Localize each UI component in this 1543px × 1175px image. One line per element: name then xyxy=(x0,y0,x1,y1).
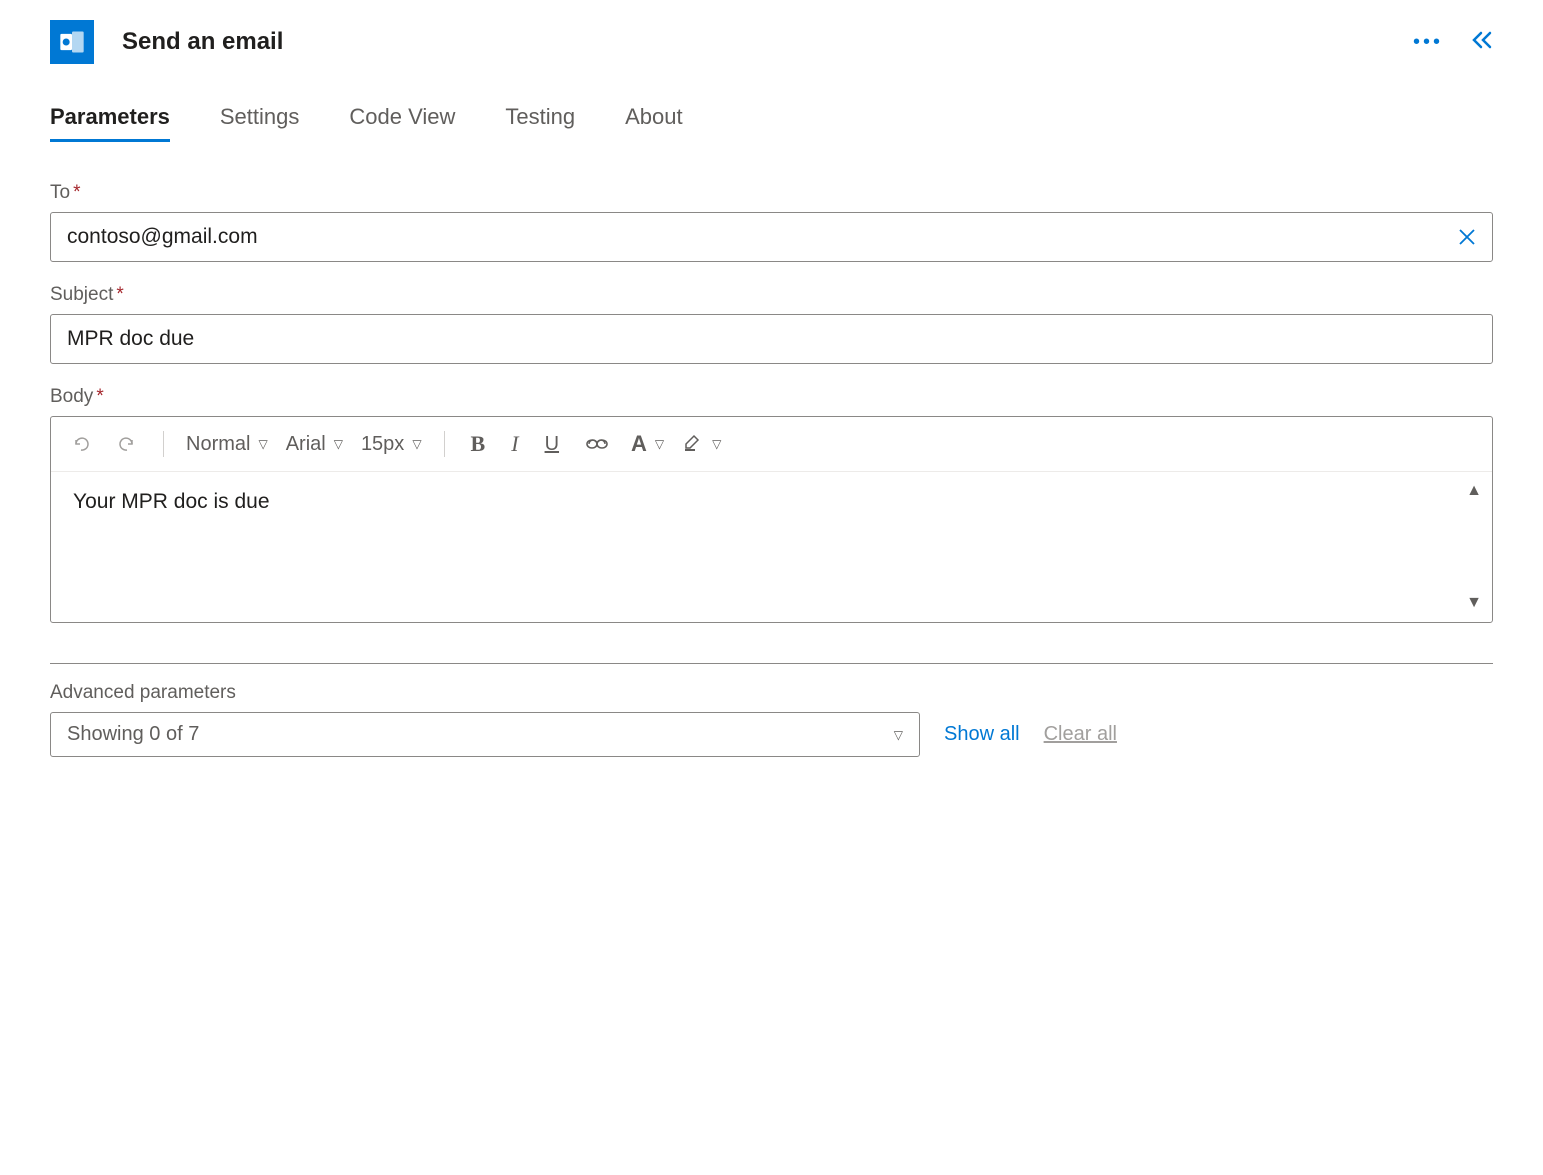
chevron-down-icon: ▽ xyxy=(412,437,421,451)
tab-code-view[interactable]: Code View xyxy=(349,104,455,142)
body-text: Your MPR doc is due xyxy=(73,490,270,513)
close-icon xyxy=(1457,227,1477,247)
chevron-down-icon: ▽ xyxy=(894,728,903,742)
undo-icon xyxy=(71,434,91,454)
heading-value: Normal xyxy=(186,433,250,456)
font-color-icon: A xyxy=(631,431,647,457)
subject-label-text: Subject xyxy=(50,284,113,305)
tab-settings[interactable]: Settings xyxy=(220,104,300,142)
bold-button[interactable]: B xyxy=(467,427,490,461)
subject-label: Subject* xyxy=(50,284,1493,306)
required-indicator: * xyxy=(73,182,80,203)
collapse-panel-icon[interactable] xyxy=(1471,29,1493,55)
italic-button[interactable]: I xyxy=(507,427,522,461)
link-icon xyxy=(585,436,609,452)
highlight-icon xyxy=(682,430,704,458)
body-field-group: Body* Normal ▽ Arial ▽ 15px ▽ B xyxy=(50,386,1493,623)
editor-scrollbar: ▲ ▼ xyxy=(1462,482,1486,612)
heading-select[interactable]: Normal ▽ xyxy=(186,433,268,456)
to-input-wrapper xyxy=(50,212,1493,262)
chevron-down-icon: ▽ xyxy=(655,437,664,451)
clear-all-button[interactable]: Clear all xyxy=(1044,723,1117,746)
advanced-label: Advanced parameters xyxy=(50,682,1493,704)
show-all-button[interactable]: Show all xyxy=(944,723,1020,746)
subject-input[interactable] xyxy=(50,314,1493,364)
subject-field-group: Subject* xyxy=(50,284,1493,364)
rich-text-editor: Normal ▽ Arial ▽ 15px ▽ B I U A ▽ xyxy=(50,416,1493,623)
chevron-down-icon: ▽ xyxy=(258,437,267,451)
to-label-text: To xyxy=(50,182,70,203)
toolbar-divider xyxy=(444,431,445,457)
editor-toolbar: Normal ▽ Arial ▽ 15px ▽ B I U A ▽ xyxy=(51,417,1492,472)
clear-to-button[interactable] xyxy=(1453,223,1481,251)
body-label: Body* xyxy=(50,386,1493,408)
size-select[interactable]: 15px ▽ xyxy=(361,433,422,456)
scroll-down-icon[interactable]: ▼ xyxy=(1466,594,1482,612)
required-indicator: * xyxy=(116,284,123,305)
outlook-icon xyxy=(50,20,94,64)
redo-icon xyxy=(117,434,137,454)
panel-title: Send an email xyxy=(122,28,283,56)
redo-button[interactable] xyxy=(113,430,141,458)
font-select[interactable]: Arial ▽ xyxy=(286,433,343,456)
tab-about[interactable]: About xyxy=(625,104,683,142)
advanced-parameters-section: Advanced parameters Showing 0 of 7 ▽ Sho… xyxy=(50,682,1493,757)
chevron-down-icon: ▽ xyxy=(712,437,721,451)
advanced-select-text: Showing 0 of 7 xyxy=(67,723,199,746)
editor-content[interactable]: Your MPR doc is due ▲ ▼ xyxy=(51,472,1492,622)
link-button[interactable] xyxy=(581,432,613,456)
advanced-row: Showing 0 of 7 ▽ Show all Clear all xyxy=(50,712,1493,757)
font-color-select[interactable]: A ▽ xyxy=(631,431,664,457)
chevron-down-icon: ▽ xyxy=(334,437,343,451)
scroll-up-icon[interactable]: ▲ xyxy=(1466,482,1482,500)
panel-header: Send an email ••• xyxy=(50,20,1493,64)
underline-button[interactable]: U xyxy=(541,429,563,460)
undo-button[interactable] xyxy=(67,430,95,458)
section-divider xyxy=(50,663,1493,664)
body-label-text: Body xyxy=(50,386,93,407)
to-input[interactable] xyxy=(50,212,1493,262)
tab-testing[interactable]: Testing xyxy=(505,104,575,142)
to-field-group: To* xyxy=(50,182,1493,262)
tab-parameters[interactable]: Parameters xyxy=(50,104,170,142)
highlight-select[interactable]: ▽ xyxy=(682,430,721,458)
font-value: Arial xyxy=(286,433,326,456)
header-actions: ••• xyxy=(1413,29,1493,55)
tab-bar: Parameters Settings Code View Testing Ab… xyxy=(50,104,1493,142)
to-label: To* xyxy=(50,182,1493,204)
required-indicator: * xyxy=(96,386,103,407)
toolbar-divider xyxy=(163,431,164,457)
more-options-icon[interactable]: ••• xyxy=(1413,31,1443,54)
size-value: 15px xyxy=(361,433,404,456)
advanced-parameters-select[interactable]: Showing 0 of 7 ▽ xyxy=(50,712,920,757)
